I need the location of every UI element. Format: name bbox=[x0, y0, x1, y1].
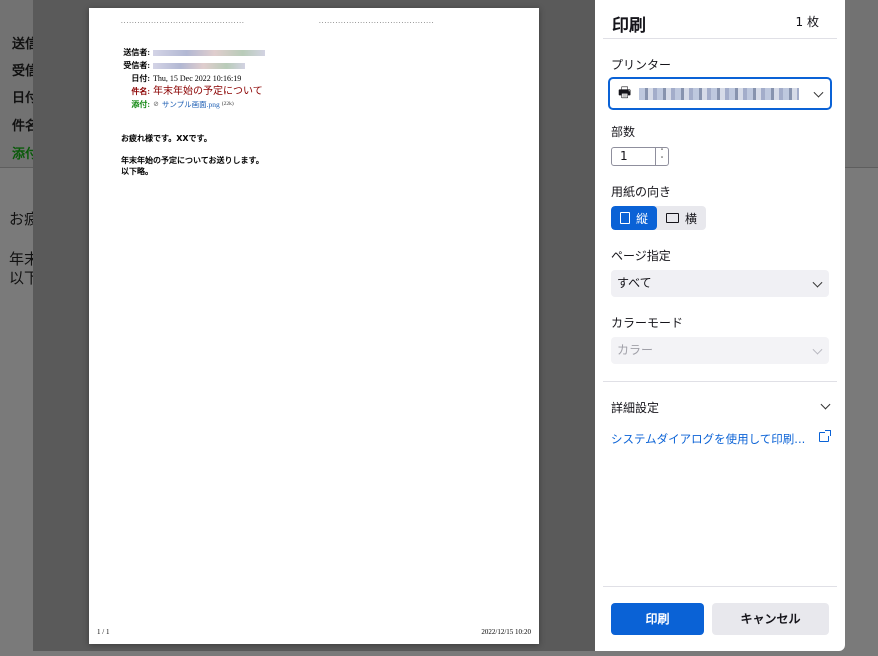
printer-icon: 🖶 bbox=[618, 84, 632, 101]
printer-select[interactable]: 🖶 bbox=[608, 77, 832, 110]
body-line-2: 年末年始の予定についてお送りします。 bbox=[121, 156, 264, 165]
sender-key: 送信者: bbox=[123, 48, 150, 57]
pages-value: すべて bbox=[617, 276, 652, 290]
print-dialog: ........................................… bbox=[33, 0, 845, 651]
date-key: 日付: bbox=[131, 74, 150, 83]
printer-name-redacted bbox=[639, 87, 800, 100]
body-line-1: お疲れ様です。XXです。 bbox=[121, 134, 212, 143]
recipient-redacted bbox=[153, 62, 245, 69]
more-settings-toggle[interactable]: 詳細設定 bbox=[611, 399, 659, 416]
pages-label: ページ指定 bbox=[611, 249, 671, 263]
chevron-down-icon[interactable] bbox=[820, 399, 831, 410]
copies-spinner[interactable]: ˄ ˅ bbox=[655, 148, 668, 165]
color-mode-label: カラーモード bbox=[611, 316, 684, 330]
landscape-page-icon bbox=[666, 213, 680, 223]
color-mode-value: カラー bbox=[617, 343, 654, 357]
orientation-label: 用紙の向き bbox=[611, 185, 672, 199]
decrement-icon[interactable]: ˅ bbox=[656, 156, 668, 164]
attachment-key: 添付: bbox=[131, 100, 150, 109]
color-mode-select: カラー bbox=[611, 337, 829, 364]
divider bbox=[603, 38, 837, 39]
chevron-down-icon bbox=[812, 277, 823, 288]
page-number: 1 / 1 bbox=[97, 628, 110, 636]
orientation-toggle: 縦 横 bbox=[611, 206, 707, 230]
paperclip-icon: ⊘ bbox=[153, 100, 159, 108]
page-header-right: ........................................… bbox=[319, 17, 435, 25]
external-link-icon[interactable] bbox=[819, 430, 831, 442]
sender-redacted bbox=[153, 49, 265, 56]
copies-value: 1 bbox=[620, 149, 628, 163]
portrait-page-icon bbox=[620, 212, 630, 224]
subject-key: 件名: bbox=[131, 87, 150, 96]
subject-value: 年末年始の予定について bbox=[153, 86, 263, 97]
landscape-button[interactable]: 横 bbox=[657, 206, 706, 230]
divider bbox=[603, 381, 837, 382]
divider bbox=[603, 586, 837, 587]
print-settings-panel: 印刷 1 枚 プリンター 🖶 部数 1 ˄ ˅ 用紙の向き 縦 横 ページ指定 … bbox=[595, 0, 845, 651]
landscape-label: 横 bbox=[685, 211, 698, 226]
dialog-title: 印刷 bbox=[612, 16, 646, 36]
mail-meta-block: 送信者: 受信者: 日付: Thu, 15 Dec 2022 10:16:19 … bbox=[123, 46, 265, 111]
print-preview-area[interactable]: ........................................… bbox=[33, 0, 595, 651]
page-date: 2022/12/15 10:20 bbox=[481, 628, 531, 636]
sheet-count: 1 枚 bbox=[795, 15, 819, 29]
printer-label: プリンター bbox=[611, 58, 672, 72]
portrait-button[interactable]: 縦 bbox=[611, 206, 658, 230]
cancel-button[interactable]: キャンセル bbox=[712, 603, 829, 635]
portrait-label: 縦 bbox=[636, 211, 649, 226]
increment-icon[interactable]: ˄ bbox=[656, 148, 668, 156]
attachment-size: (22k) bbox=[221, 101, 234, 107]
preview-page: ........................................… bbox=[89, 8, 539, 644]
copies-stepper[interactable]: 1 ˄ ˅ bbox=[611, 147, 669, 166]
attachment-name: サンプル画面.png bbox=[161, 100, 220, 109]
print-button[interactable]: 印刷 bbox=[611, 603, 704, 635]
pages-select[interactable]: すべて bbox=[611, 270, 829, 297]
system-dialog-link[interactable]: システムダイアログを使用して印刷... bbox=[611, 431, 805, 447]
copies-label: 部数 bbox=[611, 125, 636, 139]
page-header-left: ........................................… bbox=[121, 17, 245, 25]
recipient-key: 受信者: bbox=[123, 61, 150, 70]
mail-body: お疲れ様です。XXです。 年末年始の予定についてお送りします。 以下略。 bbox=[121, 133, 264, 188]
date-value: Thu, 15 Dec 2022 10:16:19 bbox=[153, 74, 242, 83]
chevron-down-icon bbox=[813, 87, 824, 98]
body-line-3: 以下略。 bbox=[121, 167, 153, 176]
chevron-down-icon bbox=[812, 344, 823, 355]
